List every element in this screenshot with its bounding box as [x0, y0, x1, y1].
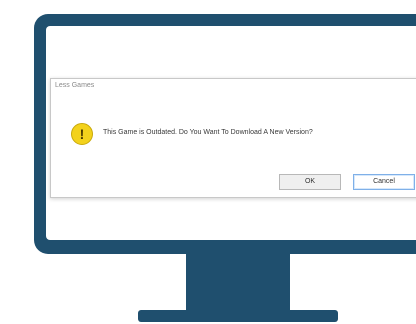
ok-button[interactable]: OK [279, 174, 341, 190]
alert-dialog: Less Games × ! This Game is Outdated. Do… [50, 78, 416, 198]
monitor-stand-base [138, 310, 338, 322]
monitor-stand-neck [186, 254, 290, 310]
illustration: Less Games × ! This Game is Outdated. Do… [0, 0, 416, 324]
warning-icon: ! [71, 123, 93, 145]
dialog-title: Less Games [55, 82, 95, 89]
cancel-button[interactable]: Cancel [353, 174, 415, 190]
dialog-message: This Game is Outdated. Do You Want To Do… [103, 129, 313, 136]
